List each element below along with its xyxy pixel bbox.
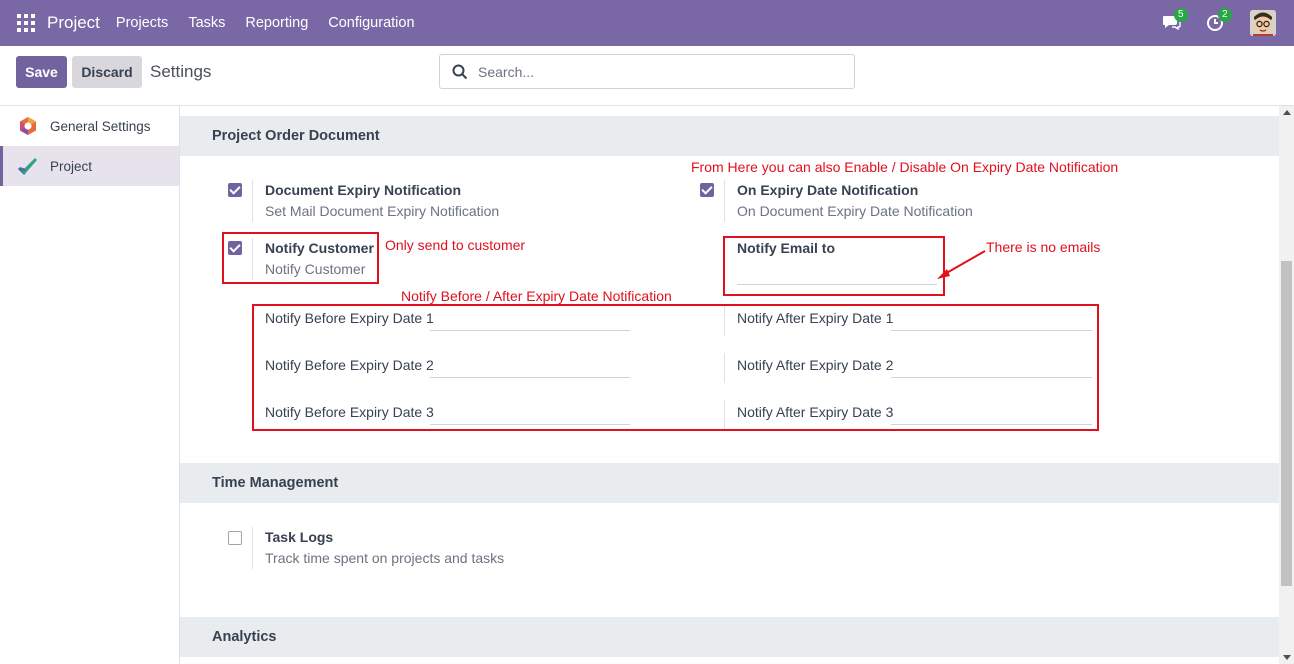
scroll-down-icon[interactable]	[1283, 655, 1291, 660]
on-expiry-desc: On Document Expiry Date Notification	[737, 203, 973, 219]
content-scrollbar[interactable]	[1279, 106, 1294, 664]
settings-sidebar: General Settings Project	[0, 106, 180, 664]
page-title: Settings	[150, 62, 212, 81]
top-navbar: Project Projects Tasks Reporting Configu…	[0, 0, 1294, 46]
menu-projects[interactable]: Projects	[116, 15, 168, 31]
annotation-before-after: Notify Before / After Expiry Date Notifi…	[401, 288, 672, 304]
section-header-project-order-document: Project Order Document	[180, 116, 1279, 156]
annotation-box-before-after	[252, 304, 1099, 431]
annotation-box-notify-customer	[222, 232, 379, 284]
messages-icon[interactable]: 5	[1162, 8, 1188, 34]
control-panel: Save Discard Settings	[0, 46, 1294, 106]
sidebar-item-project[interactable]: Project	[0, 146, 179, 186]
project-app-icon	[18, 158, 37, 175]
discard-button[interactable]: Discard	[72, 56, 142, 88]
search-icon	[452, 64, 468, 79]
annotation-arrow-icon	[937, 250, 986, 279]
activities-icon[interactable]: 2	[1206, 8, 1232, 34]
general-settings-icon	[20, 117, 36, 135]
divider	[252, 527, 253, 569]
menu-reporting[interactable]: Reporting	[245, 15, 308, 31]
on-expiry-label: On Expiry Date Notification	[737, 182, 919, 198]
sidebar-item-label: Project	[50, 158, 93, 174]
doc-expiry-checkbox[interactable]	[228, 183, 242, 197]
search-box[interactable]	[439, 54, 855, 89]
annotation-box-notify-email	[723, 236, 945, 296]
save-button[interactable]: Save	[16, 56, 67, 88]
task-logs-desc: Track time spent on projects and tasks	[265, 550, 505, 566]
sidebar-item-general-settings[interactable]: General Settings	[0, 106, 179, 146]
menu-configuration[interactable]: Configuration	[328, 15, 414, 31]
doc-expiry-label: Document Expiry Notification	[265, 182, 462, 198]
task-logs-label: Task Logs	[265, 529, 334, 545]
annotation-no-emails: There is no emails	[986, 239, 1101, 255]
activities-badge: 2	[1218, 8, 1232, 22]
apps-menu-icon[interactable]	[17, 14, 35, 32]
user-avatar[interactable]	[1250, 10, 1276, 36]
scroll-thumb[interactable]	[1281, 261, 1292, 586]
divider	[252, 180, 253, 222]
scroll-up-icon[interactable]	[1283, 110, 1291, 115]
annotation-enable-disable: From Here you can also Enable / Disable …	[691, 159, 1119, 175]
sidebar-item-label: General Settings	[50, 118, 151, 134]
settings-content: Project Order Document Document Expiry N…	[180, 106, 1279, 664]
app-brand[interactable]: Project	[47, 13, 100, 33]
section-header-analytics: Analytics	[180, 617, 1279, 657]
menu-tasks[interactable]: Tasks	[188, 15, 225, 31]
annotation-only-customer: Only send to customer	[385, 237, 526, 253]
on-expiry-checkbox[interactable]	[700, 183, 714, 197]
section-header-time-management: Time Management	[180, 463, 1279, 503]
doc-expiry-desc: Set Mail Document Expiry Notification	[265, 203, 500, 219]
search-input[interactable]	[478, 63, 838, 80]
messages-badge: 5	[1174, 8, 1188, 22]
divider	[724, 180, 725, 222]
task-logs-checkbox[interactable]	[228, 531, 242, 545]
